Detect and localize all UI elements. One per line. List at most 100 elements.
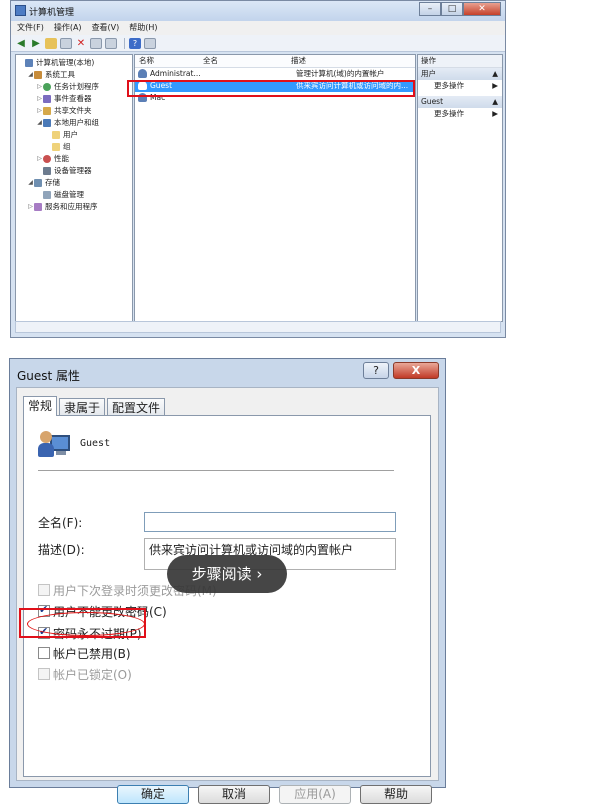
dialog-close-button[interactable]: X <box>393 362 439 379</box>
fullname-field[interactable] <box>144 512 396 532</box>
tree-item-label: 系统工具 <box>45 70 75 79</box>
disk-icon <box>43 191 51 199</box>
expanded-arrow-icon[interactable]: ◢ <box>27 177 34 189</box>
show-hide-tree-icon[interactable] <box>60 37 72 49</box>
column-description[interactable]: 描述 <box>291 55 415 67</box>
tree-item-label: 存储 <box>45 178 60 187</box>
help-icon[interactable]: ? <box>129 37 141 49</box>
account-disabled-checkbox[interactable]: 帐户已禁用(B) <box>38 645 131 661</box>
description-label: 描述(D): <box>38 543 85 557</box>
expanded-arrow-icon[interactable]: ◢ <box>27 69 34 81</box>
actions-group-guest[interactable]: Guest ▲ <box>418 96 502 108</box>
guest-row-highlight <box>127 80 415 97</box>
collapsed-arrow-icon[interactable]: ▷ <box>36 105 43 117</box>
step-read-button[interactable]: 步骤阅读 › <box>167 555 287 593</box>
list-header: 名称 全名 描述 <box>135 55 415 68</box>
collapse-icon: ▲ <box>492 97 498 106</box>
divider <box>38 470 394 471</box>
tab-general[interactable]: 常规 <box>23 396 58 416</box>
more-actions-guest[interactable]: 更多操作 ▶ <box>418 108 502 120</box>
help-button[interactable]: ? <box>363 362 389 379</box>
properties-icon[interactable] <box>90 37 102 49</box>
tree-item-label: 事件查看器 <box>54 94 92 103</box>
clock-icon <box>43 83 51 91</box>
export-icon[interactable] <box>105 37 117 49</box>
tree-item-label: 服务和应用程序 <box>45 202 98 211</box>
tree-item-label: 用户 <box>63 130 78 139</box>
tab-strip: 常规 隶属于 配置文件 <box>23 396 167 416</box>
help-dialog-button[interactable]: 帮助 <box>360 785 432 804</box>
back-arrow-icon[interactable]: ◀ <box>15 38 27 49</box>
folder-icon <box>52 131 60 139</box>
menu-file[interactable]: 文件(F) <box>17 21 44 35</box>
column-name[interactable]: 名称 <box>135 55 203 67</box>
window-title: 计算机管理 <box>29 8 75 18</box>
tree-item[interactable]: ▷ 事件查看器 <box>16 93 132 105</box>
tree-item-label: 磁盘管理 <box>54 190 84 199</box>
general-tab-panel: Guest 全名(F): 描述(D): 供来宾访问计算机或访问域的内置帐户 用户… <box>23 415 431 777</box>
apply-button[interactable]: 应用(A) <box>279 785 351 804</box>
ok-button[interactable]: 确定 <box>117 785 189 804</box>
performance-icon <box>43 155 51 163</box>
collapsed-arrow-icon[interactable]: ▷ <box>27 201 34 213</box>
tree-item[interactable]: ▷ 任务计划程序 <box>16 81 132 93</box>
up-folder-icon[interactable] <box>45 37 57 49</box>
checkbox-box <box>38 647 50 659</box>
forward-arrow-icon[interactable]: ▶ <box>30 38 42 49</box>
actions-group-users[interactable]: 用户 ▲ <box>418 68 502 80</box>
folder-icon <box>52 143 60 151</box>
device-manager-icon <box>43 167 51 175</box>
menu-help[interactable]: 帮助(H) <box>129 21 157 35</box>
expanded-arrow-icon[interactable]: ◢ <box>36 117 43 129</box>
user-computer-icon <box>38 429 70 459</box>
tools-icon <box>34 71 42 79</box>
actions-header: 操作 <box>418 55 502 68</box>
tree-item-label: 计算机管理(本地) <box>36 58 95 67</box>
minimize-button[interactable]: – <box>419 2 441 16</box>
toolbar-separator <box>124 37 125 49</box>
collapsed-arrow-icon[interactable]: ▷ <box>36 81 43 93</box>
delete-icon[interactable]: ✕ <box>75 38 87 49</box>
checkbox-box <box>38 584 50 596</box>
fullname-label: 全名(F): <box>38 516 83 530</box>
submenu-arrow-icon: ▶ <box>492 81 498 90</box>
close-button[interactable]: ✕ <box>463 2 501 16</box>
computer-icon <box>25 59 33 67</box>
event-icon <box>43 95 51 103</box>
collapsed-arrow-icon[interactable]: ▷ <box>36 153 43 165</box>
services-icon <box>34 203 42 211</box>
computer-management-icon <box>15 5 26 16</box>
collapsed-arrow-icon[interactable]: ▷ <box>36 93 43 105</box>
tree-item[interactable]: ◢ 存储 <box>16 177 132 189</box>
tree-item[interactable]: ▷ 服务和应用程序 <box>16 201 132 213</box>
more-actions-users[interactable]: 更多操作 ▶ <box>418 80 502 92</box>
dialog-buttons: 确定 取消 应用(A) 帮助 <box>117 785 441 804</box>
user-icon <box>138 69 147 78</box>
account-locked-checkbox[interactable]: 帐户已锁定(O) <box>38 666 132 682</box>
tree-item[interactable]: ▷ 性能 <box>16 153 132 165</box>
tab-member-of[interactable]: 隶属于 <box>59 398 106 416</box>
tree-item[interactable]: 设备管理器 <box>16 165 132 177</box>
tree-item[interactable]: ◢ 本地用户和组 <box>16 117 132 129</box>
cancel-button[interactable]: 取消 <box>198 785 270 804</box>
action-pane-icon[interactable] <box>144 37 156 49</box>
status-bar <box>15 321 501 333</box>
tree-item-label: 共享文件夹 <box>54 106 92 115</box>
tree-item[interactable]: 用户 <box>16 129 132 141</box>
menu-action[interactable]: 操作(A) <box>54 21 82 35</box>
tab-profile[interactable]: 配置文件 <box>107 398 166 416</box>
dialog-title: Guest 属性 <box>17 369 81 383</box>
title-bar: 计算机管理 – □ ✕ <box>11 1 505 21</box>
tree-item[interactable]: ◢ 系统工具 <box>16 69 132 81</box>
tree-item[interactable]: 计算机管理(本地) <box>16 57 132 69</box>
tree-item[interactable]: 组 <box>16 141 132 153</box>
tree-item-label: 组 <box>63 142 71 151</box>
column-fullname[interactable]: 全名 <box>203 55 291 67</box>
dialog-title-bar: Guest 属性 ? X <box>10 359 445 387</box>
list-row-administrator[interactable]: Administrat... 管理计算机(域)的内置帐户 <box>135 68 415 80</box>
tree-item[interactable]: 磁盘管理 <box>16 189 132 201</box>
maximize-button[interactable]: □ <box>441 2 463 16</box>
tree-item-label: 任务计划程序 <box>54 82 99 91</box>
menu-view[interactable]: 查看(V) <box>92 21 120 35</box>
tree-item[interactable]: ▷ 共享文件夹 <box>16 105 132 117</box>
